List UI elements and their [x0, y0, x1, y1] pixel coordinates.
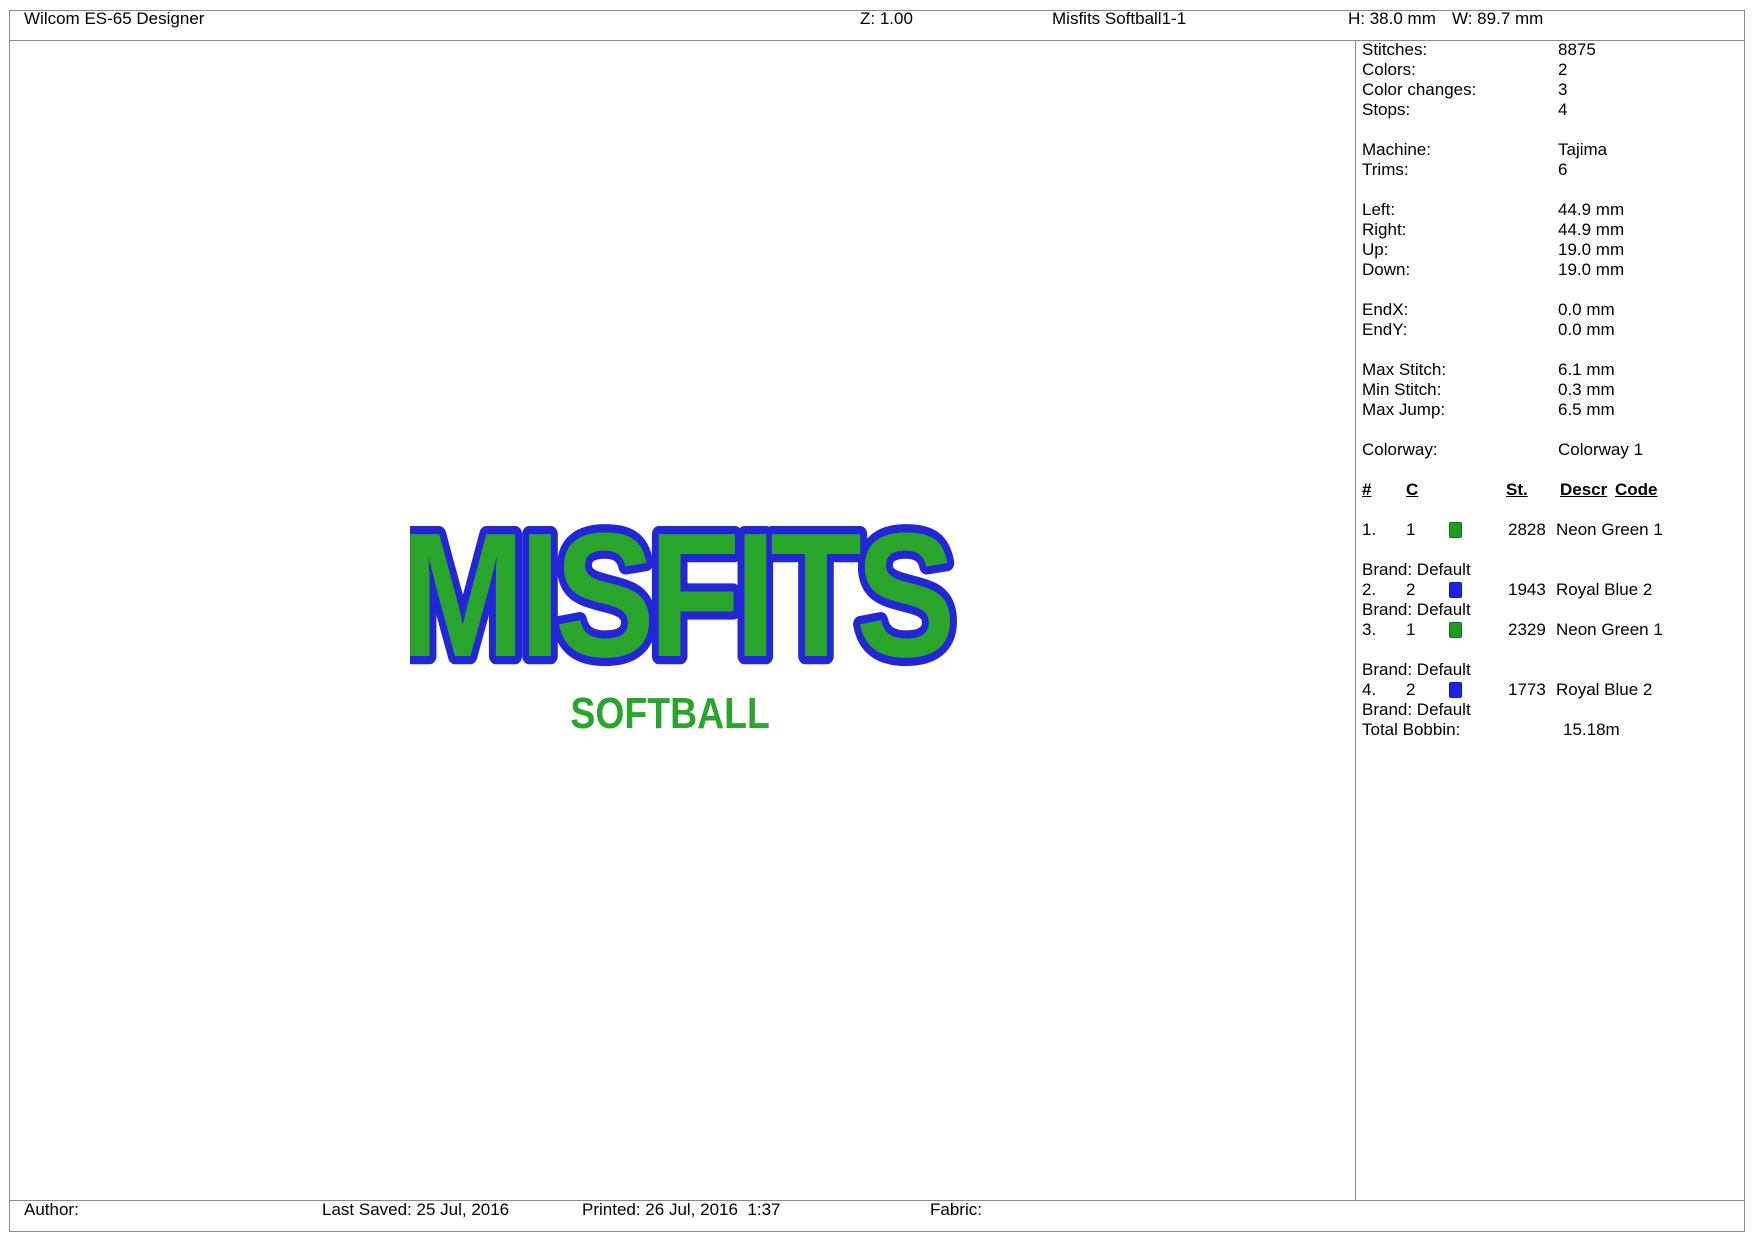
col-header-code: Code — [1615, 480, 1658, 499]
row4-st: 1773 — [1508, 680, 1546, 699]
col-header-c: C — [1406, 480, 1419, 499]
trims-label: Trims: — [1362, 160, 1409, 179]
row4-descr: Royal Blue 2 — [1556, 680, 1653, 699]
row4-color-swatch — [1449, 682, 1462, 698]
max-jump-value: 6.5 mm — [1558, 400, 1615, 419]
trims-value: 6 — [1558, 160, 1568, 179]
row1-descr: Neon Green 1 — [1556, 520, 1663, 539]
footer-last-saved: Last Saved: 25 Jul, 2016 — [322, 1200, 510, 1219]
row2-num: 2. — [1362, 580, 1377, 599]
row2-color-swatch — [1449, 582, 1462, 598]
stitches-value: 8875 — [1558, 40, 1596, 59]
color-changes-value: 3 — [1558, 80, 1568, 99]
row1-color-swatch — [1449, 522, 1462, 538]
row3-c: 1 — [1406, 620, 1416, 639]
colors-label: Colors: — [1362, 60, 1416, 79]
total-bobbin-label: Total Bobbin: — [1362, 720, 1461, 739]
embroidery-design: MISFITS MISFITS SOFTBALL — [393, 488, 970, 750]
row4-num: 4. — [1362, 680, 1377, 699]
design-subtitle: SOFTBALL — [570, 688, 769, 738]
row1-num: 1. — [1362, 520, 1377, 539]
row3-descr: Neon Green 1 — [1556, 620, 1663, 639]
row1-st: 2828 — [1508, 520, 1546, 539]
design-title-fill: MISFITS — [410, 505, 951, 694]
down-label: Down: — [1362, 260, 1411, 279]
right-label: Right: — [1362, 220, 1407, 239]
max-jump-label: Max Jump: — [1362, 400, 1446, 419]
up-value: 19.0 mm — [1558, 240, 1625, 259]
design-name: Misfits Softball1-1 — [1052, 9, 1187, 28]
row2-st: 1943 — [1508, 580, 1546, 599]
row2-c: 2 — [1406, 580, 1416, 599]
max-stitch-label: Max Stitch: — [1362, 360, 1447, 379]
min-stitch-value: 0.3 mm — [1558, 380, 1615, 399]
stops-value: 4 — [1558, 100, 1568, 119]
stitches-label: Stitches: — [1362, 40, 1428, 59]
footer-printed: Printed: 26 Jul, 2016 1:37 — [582, 1200, 781, 1219]
endx-label: EndX: — [1362, 300, 1409, 319]
design-width: W: 89.7 mm — [1452, 9, 1544, 28]
footer-author: Author: — [24, 1200, 79, 1219]
row1-brand: Brand: Default — [1362, 560, 1471, 579]
machine-value: Tajima — [1558, 140, 1608, 159]
up-label: Up: — [1362, 240, 1389, 259]
zoom-level: Z: 1.00 — [860, 9, 913, 28]
embroidery-preview: MISFITS MISFITS SOFTBALL — [393, 488, 965, 738]
min-stitch-label: Min Stitch: — [1362, 380, 1442, 399]
row3-num: 3. — [1362, 620, 1377, 639]
stops-label: Stops: — [1362, 100, 1411, 119]
endy-value: 0.0 mm — [1558, 320, 1615, 339]
colorway-label: Colorway: — [1362, 440, 1438, 459]
down-value: 19.0 mm — [1558, 260, 1625, 279]
row3-st: 2329 — [1508, 620, 1546, 639]
footer-fabric: Fabric: — [930, 1200, 982, 1219]
design-height: H: 38.0 mm — [1348, 9, 1436, 28]
row2-brand: Brand: Default — [1362, 600, 1471, 619]
max-stitch-value: 6.1 mm — [1558, 360, 1615, 379]
colors-value: 2 — [1558, 60, 1568, 79]
row2-descr: Royal Blue 2 — [1556, 580, 1653, 599]
endx-value: 0.0 mm — [1558, 300, 1615, 319]
row1-c: 1 — [1406, 520, 1416, 539]
row4-brand: Brand: Default — [1362, 700, 1471, 719]
app-title: Wilcom ES-65 Designer — [24, 9, 205, 28]
col-header-st: St. — [1506, 480, 1528, 499]
panel-divider — [1355, 40, 1356, 1200]
row4-c: 2 — [1406, 680, 1416, 699]
col-header-num: # — [1362, 480, 1372, 499]
header-divider — [9, 40, 1745, 41]
endy-label: EndY: — [1362, 320, 1408, 339]
color-changes-label: Color changes: — [1362, 80, 1477, 99]
colorway-value: Colorway 1 — [1558, 440, 1644, 459]
left-value: 44.9 mm — [1558, 200, 1625, 219]
row3-color-swatch — [1449, 622, 1462, 638]
right-value: 44.9 mm — [1558, 220, 1625, 239]
row3-brand: Brand: Default — [1362, 660, 1471, 679]
total-bobbin-value: 15.18m — [1563, 720, 1620, 739]
left-label: Left: — [1362, 200, 1396, 219]
machine-label: Machine: — [1362, 140, 1431, 159]
col-header-descr: Descr — [1560, 480, 1608, 499]
footer-divider — [9, 1200, 1745, 1201]
